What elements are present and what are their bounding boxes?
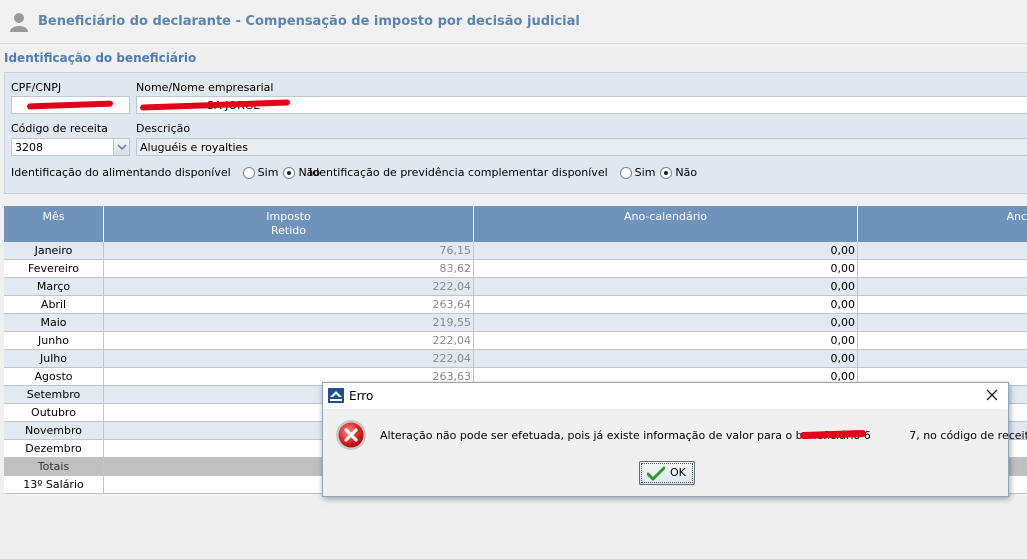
cell-ano-calendario[interactable]: 0,00 bbox=[474, 314, 858, 332]
cell-imposto[interactable]: 263,64 bbox=[104, 296, 474, 314]
cell-ano-extra[interactable] bbox=[858, 350, 1027, 368]
alimentando-label: Identificação do alimentando disponível bbox=[11, 166, 231, 179]
table-row: Fevereiro 83,62 0,00 bbox=[4, 260, 1027, 278]
cell-mes: Outubro bbox=[4, 404, 104, 422]
dialog-message: Alteração não pode ser efetuada, pois já… bbox=[380, 429, 1027, 442]
cell-ano-extra[interactable] bbox=[858, 332, 1027, 350]
column-header-mes: Mês bbox=[4, 206, 104, 242]
table-row: Julho 222,04 0,00 bbox=[4, 350, 1027, 368]
cell-imposto[interactable]: 222,04 bbox=[104, 332, 474, 350]
ok-label: OK bbox=[670, 466, 686, 479]
cell-mes: Setembro bbox=[4, 386, 104, 404]
cell-ano-extra[interactable] bbox=[858, 314, 1027, 332]
window-header: Beneficiário do declarante - Compensação… bbox=[0, 0, 1027, 44]
cell-ano-extra[interactable] bbox=[858, 296, 1027, 314]
cell-imposto[interactable]: 83,62 bbox=[104, 260, 474, 278]
cell-mes: Maio bbox=[4, 314, 104, 332]
dialog-titlebar: Erro bbox=[323, 383, 1008, 409]
previdencia-sim-radio[interactable] bbox=[619, 166, 632, 179]
cell-mes: Abril bbox=[4, 296, 104, 314]
cell-mes: Agosto bbox=[4, 368, 104, 386]
table-row: Março 222,04 0,00 bbox=[4, 278, 1027, 296]
cell-mes: 13º Salário bbox=[4, 476, 104, 494]
previdencia-label: Identificação de previdência complementa… bbox=[309, 166, 608, 179]
alimentando-radio-group: Identificação do alimentando disponível … bbox=[11, 166, 320, 179]
cell-mes: Fevereiro bbox=[4, 260, 104, 278]
beneficiary-form: CPF/CNPJ Nome/Nome empresarial SA JORGE … bbox=[4, 72, 1027, 194]
name-label: Nome/Nome empresarial bbox=[136, 81, 274, 94]
table-row: Abril 263,64 0,00 bbox=[4, 296, 1027, 314]
table-row: Junho 222,04 0,00 bbox=[4, 332, 1027, 350]
cell-imposto[interactable]: 222,04 bbox=[104, 278, 474, 296]
page-title: Beneficiário do declarante - Compensação… bbox=[38, 14, 580, 29]
column-header-imposto-line2: Retido bbox=[271, 224, 306, 237]
previdencia-sim-label: Sim bbox=[634, 166, 656, 179]
cell-mes: Janeiro bbox=[4, 242, 104, 260]
column-header-ano2: Anc bbox=[1006, 210, 1027, 223]
column-header-ano: Ano-calendário bbox=[474, 206, 858, 242]
descricao-field: Aluguéis e royalties bbox=[136, 138, 1027, 156]
cell-ano-calendario[interactable]: 0,00 bbox=[474, 278, 858, 296]
cell-mes: Dezembro bbox=[4, 440, 104, 458]
ok-button[interactable]: OK bbox=[639, 461, 695, 485]
error-dialog: Erro Alteração não pode ser efetuada, po… bbox=[322, 382, 1027, 497]
cell-mes: Março bbox=[4, 278, 104, 296]
error-icon bbox=[336, 420, 366, 450]
cell-ano-calendario[interactable]: 0,00 bbox=[474, 260, 858, 278]
cell-imposto[interactable]: 76,15 bbox=[104, 242, 474, 260]
previdencia-radio-group: Identificação de previdência complementa… bbox=[309, 166, 697, 179]
table-row: Janeiro 76,15 0,00 bbox=[4, 242, 1027, 260]
chevron-down-icon bbox=[117, 144, 127, 151]
cell-imposto[interactable]: 219,55 bbox=[104, 314, 474, 332]
app-icon bbox=[328, 388, 344, 403]
cell-ano-extra[interactable] bbox=[858, 242, 1027, 260]
codigo-dropdown-button[interactable] bbox=[113, 138, 130, 156]
descricao-label: Descrição bbox=[136, 122, 191, 135]
dialog-title: Erro bbox=[349, 389, 374, 403]
cell-ano-extra[interactable] bbox=[858, 260, 1027, 278]
cell-mes: Julho bbox=[4, 350, 104, 368]
alimentando-nao-radio[interactable] bbox=[283, 166, 296, 179]
checkmark-icon bbox=[647, 466, 665, 481]
cell-ano-extra[interactable] bbox=[858, 278, 1027, 296]
cell-mes: Junho bbox=[4, 332, 104, 350]
codigo-label: Código de receita bbox=[11, 122, 108, 135]
previdencia-nao-label: Não bbox=[675, 166, 698, 179]
cell-imposto[interactable]: 222,04 bbox=[104, 350, 474, 368]
alimentando-sim-radio[interactable] bbox=[242, 166, 255, 179]
section-title: Identificação do beneficiário bbox=[4, 51, 197, 65]
cell-ano-calendario[interactable]: 0,00 bbox=[474, 332, 858, 350]
column-header-imposto-line1: Imposto bbox=[266, 210, 311, 223]
cell-ano-calendario[interactable]: 0,00 bbox=[474, 296, 858, 314]
cell-ano-calendario[interactable]: 0,00 bbox=[474, 242, 858, 260]
table-row: Maio 219,55 0,00 bbox=[4, 314, 1027, 332]
alimentando-sim-label: Sim bbox=[257, 166, 279, 179]
codigo-receita-select[interactable]: 3208 bbox=[11, 138, 114, 156]
user-icon bbox=[10, 13, 28, 32]
cell-ano-calendario[interactable]: 0,00 bbox=[474, 350, 858, 368]
cell-mes: Novembro bbox=[4, 422, 104, 440]
cpf-label: CPF/CNPJ bbox=[11, 81, 62, 94]
previdencia-nao-radio[interactable] bbox=[660, 166, 673, 179]
column-header-imposto: Imposto Retido bbox=[104, 206, 474, 242]
close-icon[interactable] bbox=[984, 387, 1000, 403]
table-header: Mês Imposto Retido Ano-calendário Anc bbox=[4, 206, 1027, 242]
cell-mes: Totais bbox=[4, 458, 104, 476]
